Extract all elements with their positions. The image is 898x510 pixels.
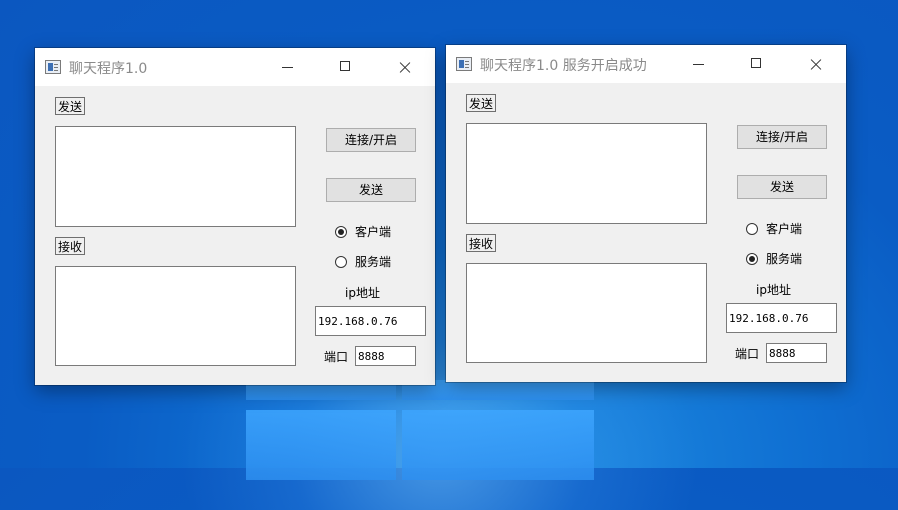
app-icon — [45, 60, 61, 74]
ip-label: ip地址 — [756, 283, 791, 297]
title-bar[interactable]: 聊天程序1.0 — [35, 48, 435, 86]
radio-client-label: 客户端 — [355, 225, 392, 239]
radio-server-label: 服务端 — [766, 252, 803, 266]
ip-label: ip地址 — [345, 286, 380, 300]
server-window: 聊天程序1.0 服务开启成功 发送 接收 连接/开启 发送 客户端 服务端 ip… — [446, 45, 846, 382]
connect-button[interactable]: 连接/开启 — [737, 125, 827, 149]
receive-textarea[interactable] — [466, 263, 707, 363]
logo-pane-bottom-left — [246, 410, 396, 480]
port-input[interactable]: 8888 — [766, 343, 827, 363]
radio-server-indicator[interactable] — [746, 253, 758, 265]
client-window: 聊天程序1.0 发送 接收 连接/开启 发送 客户端 服务端 ip地址 192.… — [35, 48, 435, 385]
title-bar[interactable]: 聊天程序1.0 服务开启成功 — [446, 45, 846, 83]
send-button[interactable]: 发送 — [737, 175, 827, 199]
send-textarea[interactable] — [55, 126, 296, 227]
windows-logo-wallpaper — [246, 380, 594, 480]
app-icon — [456, 57, 472, 71]
radio-client-indicator[interactable] — [335, 226, 347, 238]
radio-server-label: 服务端 — [355, 255, 392, 269]
close-icon[interactable] — [793, 45, 839, 83]
receive-label: 接收 — [466, 234, 497, 252]
logo-pane-bottom-right — [402, 410, 594, 480]
maximize-icon[interactable] — [734, 45, 780, 83]
close-icon[interactable] — [382, 48, 428, 86]
window-title: 聊天程序1.0 服务开启成功 — [480, 58, 647, 74]
port-label: 端口 — [324, 350, 349, 364]
connect-button[interactable]: 连接/开启 — [326, 128, 416, 152]
radio-server-indicator[interactable] — [335, 256, 347, 268]
send-textarea[interactable] — [466, 123, 707, 224]
maximize-icon[interactable] — [323, 48, 369, 86]
ip-input[interactable]: 192.168.0.76 — [726, 303, 837, 333]
window-title: 聊天程序1.0 — [69, 61, 148, 77]
send-label: 发送 — [55, 97, 86, 115]
receive-label: 接收 — [55, 237, 86, 255]
radio-client-label: 客户端 — [766, 222, 803, 236]
ip-input[interactable]: 192.168.0.76 — [315, 306, 426, 336]
send-label: 发送 — [466, 94, 497, 112]
radio-client-indicator[interactable] — [746, 223, 758, 235]
receive-textarea[interactable] — [55, 266, 296, 366]
send-button[interactable]: 发送 — [326, 178, 416, 202]
port-label: 端口 — [735, 347, 760, 361]
port-input[interactable]: 8888 — [355, 346, 416, 366]
minimize-icon[interactable] — [265, 48, 311, 86]
minimize-icon[interactable] — [676, 45, 722, 83]
